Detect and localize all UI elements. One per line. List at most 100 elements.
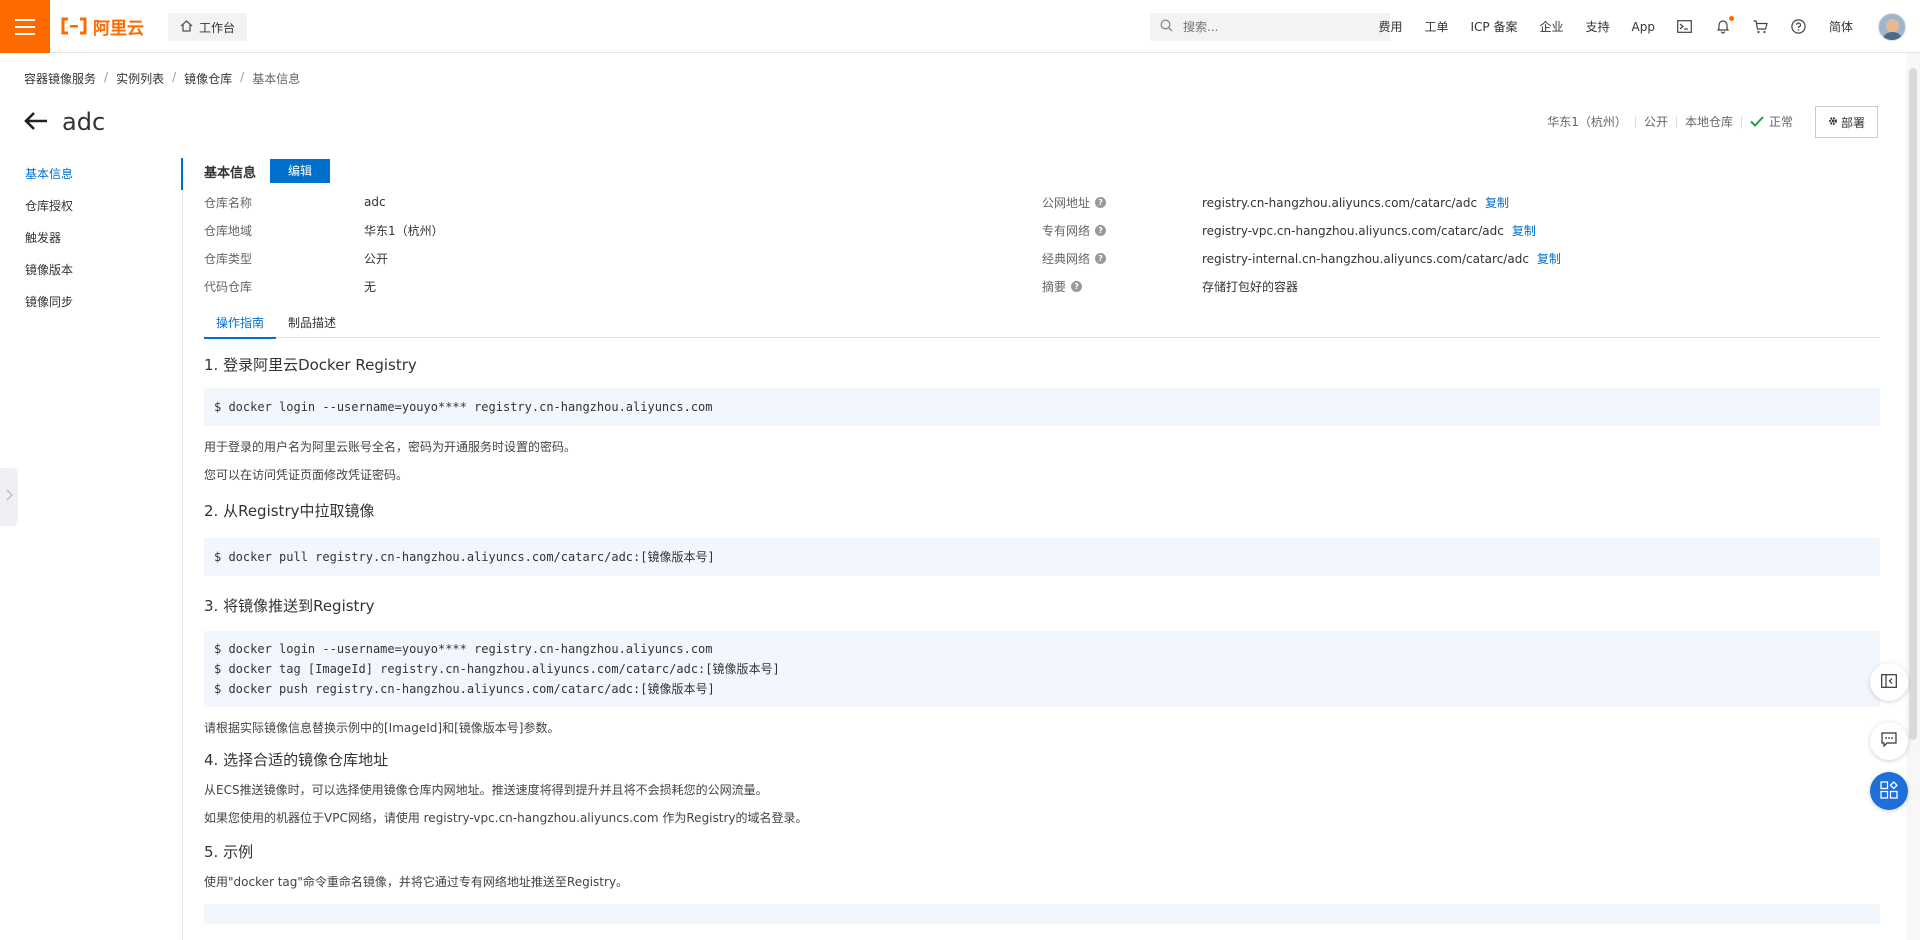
nav-icp[interactable]: ICP 备案: [1471, 18, 1518, 35]
info-value: 公开: [364, 251, 389, 266]
code-line: $ docker login --username=youyo**** regi…: [214, 400, 713, 414]
edit-button[interactable]: 编辑: [270, 159, 331, 183]
info-row-repo-name: 仓库名称 adc: [204, 188, 1004, 216]
info-label-wrap: 经典网络?: [1042, 250, 1107, 267]
float-collapse-button[interactable]: [1870, 663, 1908, 701]
copy-link[interactable]: 复制: [1485, 196, 1509, 210]
chevron-right-icon: [6, 489, 13, 505]
avatar[interactable]: [1878, 12, 1906, 41]
page-title: adc: [62, 108, 106, 136]
info-label: 仓库地域: [204, 223, 253, 238]
sidebar-item-repo-auth[interactable]: 仓库授权: [0, 190, 182, 222]
info-value: 存储打包好的容器: [1202, 279, 1299, 294]
scrollbar-thumb[interactable]: [1909, 68, 1917, 740]
float-apps-button[interactable]: [1870, 772, 1908, 810]
info-label: 仓库类型: [204, 251, 253, 266]
breadcrumb-separator: /: [172, 70, 177, 84]
logo-text: 阿里云: [93, 18, 144, 39]
help-icon[interactable]: ?: [1095, 252, 1107, 264]
copy-link[interactable]: 复制: [1512, 224, 1536, 238]
nav-enterprise[interactable]: 企业: [1540, 18, 1564, 35]
help-icon[interactable]: ?: [1095, 196, 1107, 208]
info-value-wrap: registry-vpc.cn-hangzhou.aliyuncs.com/ca…: [1202, 222, 1536, 239]
workbench-label: 工作台: [199, 20, 236, 35]
terminal-icon[interactable]: [1677, 19, 1693, 35]
info-value: registry-vpc.cn-hangzhou.aliyuncs.com/ca…: [1202, 223, 1504, 238]
bell-icon[interactable]: [1715, 15, 1734, 35]
info-value-wrap: registry.cn-hangzhou.aliyuncs.com/catarc…: [1202, 194, 1509, 211]
sidebar: 基本信息 仓库授权 触发器 镜像版本 镜像同步: [0, 158, 183, 940]
menu-icon[interactable]: [0, 0, 50, 53]
note-text: 您可以在访问凭证页面修改凭证密码。: [204, 468, 409, 482]
sidebar-collapse-handle[interactable]: [0, 468, 18, 526]
info-right-column: 公网地址? registry.cn-hangzhou.aliyuncs.com/…: [1042, 188, 1880, 300]
code-line: $ docker push registry.cn-hangzhou.aliyu…: [214, 682, 715, 696]
sidebar-item-image-versions[interactable]: 镜像版本: [0, 254, 182, 286]
sidebar-item-image-sync[interactable]: 镜像同步: [0, 286, 182, 318]
section-heading: 基本信息: [204, 165, 257, 181]
code-block: $ docker pull registry.cn-hangzhou.aliyu…: [204, 538, 1880, 576]
help-icon[interactable]: ?: [1071, 280, 1083, 292]
workbench-button[interactable]: 工作台: [168, 13, 248, 41]
breadcrumb-item[interactable]: 容器镜像服务: [24, 70, 96, 87]
info-row-vpc-address: 专有网络? registry-vpc.cn-hangzhou.aliyuncs.…: [1042, 216, 1880, 244]
step-4-title: 4. 选择合适的镜像仓库地址: [204, 751, 389, 769]
info-label: 代码仓库: [204, 279, 253, 294]
tab-artifact-description[interactable]: 制品描述: [276, 312, 348, 337]
apps-grid-icon: [1880, 780, 1898, 802]
basic-info-grid: 仓库名称 adc 仓库地域 华东1（杭州） 仓库类型 公开 代码仓库 无 公网地…: [204, 188, 1880, 308]
note-text: 用于登录的用户名为阿里云账号全名，密码为开通服务时设置的密码。: [204, 440, 577, 454]
tab-operation-guide[interactable]: 操作指南: [204, 312, 277, 339]
search-box[interactable]: [1150, 13, 1390, 41]
info-value: registry.cn-hangzhou.aliyuncs.com/catarc…: [1202, 195, 1478, 210]
info-value-wrap: registry-internal.cn-hangzhou.aliyuncs.c…: [1202, 250, 1561, 267]
notification-dot: [1728, 15, 1734, 21]
visibility-label: 公开: [1634, 116, 1676, 128]
help-icon[interactable]: ?: [1095, 224, 1107, 236]
info-label-wrap: 公网地址?: [1042, 194, 1107, 211]
info-label: 公网地址: [1042, 195, 1091, 210]
breadcrumb-current: 基本信息: [252, 72, 301, 86]
step-1-title: 1. 登录阿里云Docker Registry: [204, 356, 417, 374]
info-row-summary: 摘要? 存储打包好的容器: [1042, 272, 1880, 300]
deploy-button[interactable]: 部署: [1814, 106, 1878, 138]
breadcrumb-separator: /: [104, 70, 109, 84]
note-text: 如果您使用的机器位于VPC网络，请使用 registry-vpc.cn-hang…: [204, 811, 808, 825]
nav-app[interactable]: App: [1632, 20, 1655, 34]
home-icon: [180, 19, 193, 35]
step-5-title: 5. 示例: [204, 843, 254, 861]
guide-tabs: 操作指南 制品描述: [204, 312, 1880, 339]
top-nav: 费用 工单 ICP 备案 企业 支持 App 简体: [1367, 0, 1906, 53]
basic-info-header: 基本信息 编辑: [204, 158, 1880, 184]
nav-support[interactable]: 支持: [1586, 18, 1610, 35]
code-block: $ docker login --username=youyo**** regi…: [204, 388, 1880, 426]
sidebar-item-triggers[interactable]: 触发器: [0, 222, 182, 254]
help-icon[interactable]: [1791, 19, 1807, 35]
panel-toggle-icon: [1881, 673, 1897, 691]
copy-link[interactable]: 复制: [1537, 252, 1561, 266]
info-value: 无: [364, 279, 377, 294]
back-arrow-icon[interactable]: [24, 111, 48, 134]
repo-status-bar: 华东1（杭州） 公开 本地仓库 正常 部署: [1539, 106, 1878, 138]
search-input[interactable]: [1181, 19, 1375, 35]
deploy-label: 部署: [1840, 115, 1865, 130]
cart-icon[interactable]: [1753, 19, 1769, 35]
info-left-column: 仓库名称 adc 仓库地域 华东1（杭州） 仓库类型 公开 代码仓库 无: [204, 188, 1004, 300]
nav-tickets[interactable]: 工单: [1425, 18, 1449, 35]
nav-billing[interactable]: 费用: [1378, 18, 1402, 35]
aliyun-logo[interactable]: 阿里云: [61, 15, 144, 39]
info-label: 仓库名称: [204, 195, 253, 210]
info-row-public-address: 公网地址? registry.cn-hangzhou.aliyuncs.com/…: [1042, 188, 1880, 216]
top-bar: 阿里云 工作台 费用 工单 ICP 备案 企业 支持 App 简体: [0, 0, 1920, 53]
note-text: 使用"docker tag"命令重命名镜像，并将它通过专有网络地址推送至Regi…: [204, 875, 629, 889]
info-value: registry-internal.cn-hangzhou.aliyuncs.c…: [1202, 251, 1529, 266]
code-line: $ docker tag [ImageId] registry.cn-hangz…: [214, 662, 780, 676]
breadcrumb-item[interactable]: 实例列表: [116, 70, 164, 87]
breadcrumb-item[interactable]: 镜像仓库: [184, 70, 232, 87]
sidebar-item-basic-info[interactable]: 基本信息: [0, 158, 183, 190]
float-feedback-button[interactable]: [1870, 722, 1908, 760]
language-switch[interactable]: 简体: [1829, 18, 1853, 35]
repo-kind-label: 本地仓库: [1675, 116, 1741, 128]
logo-mark-icon: [61, 17, 87, 35]
info-row-repo-type: 仓库类型 公开: [204, 244, 1004, 272]
